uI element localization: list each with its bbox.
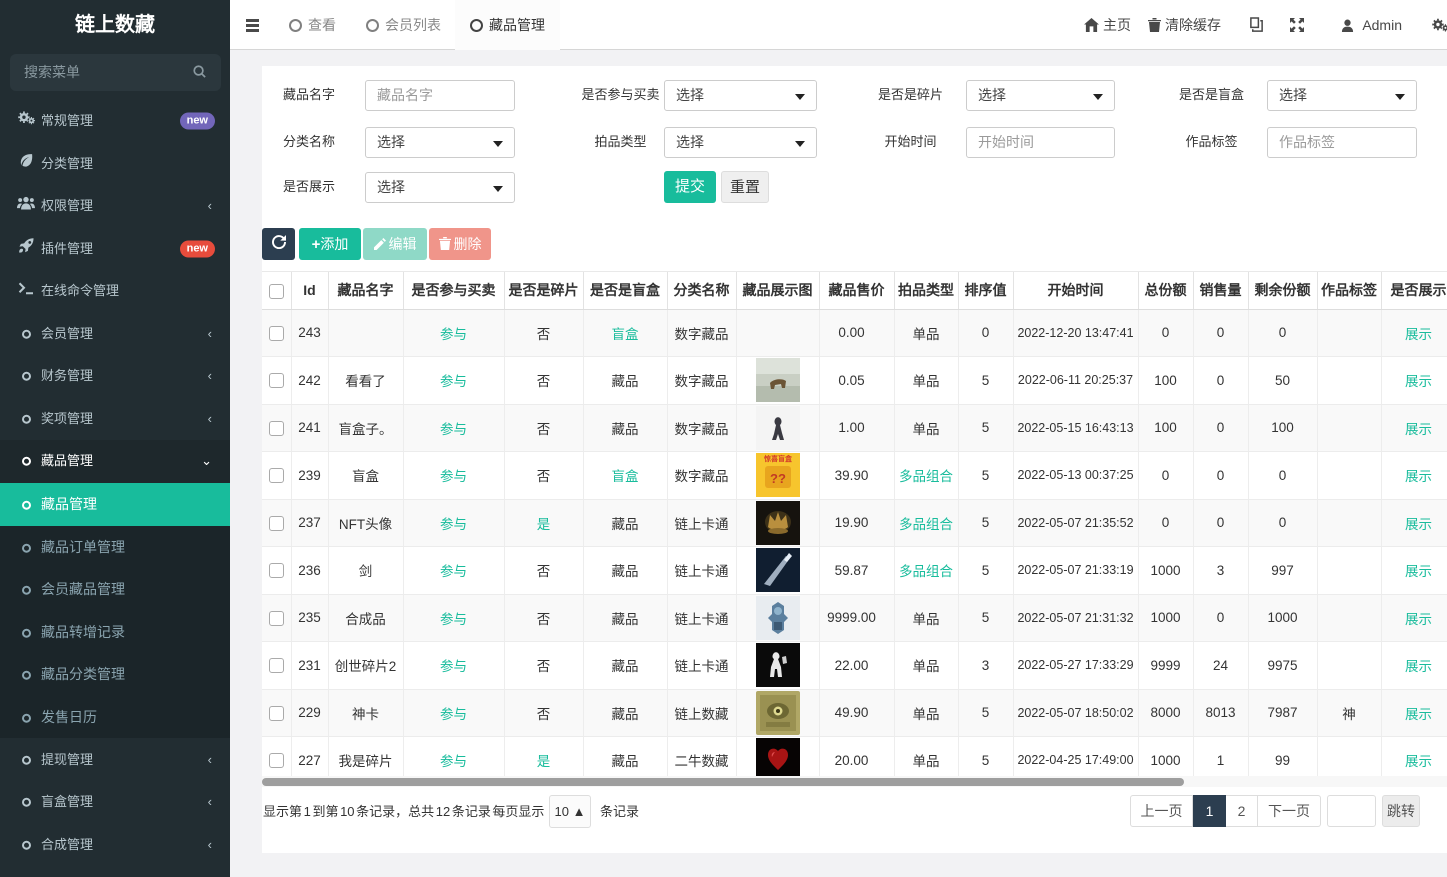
- svg-text:??: ??: [770, 471, 786, 486]
- svg-text:惊喜盲盒: 惊喜盲盒: [763, 454, 793, 463]
